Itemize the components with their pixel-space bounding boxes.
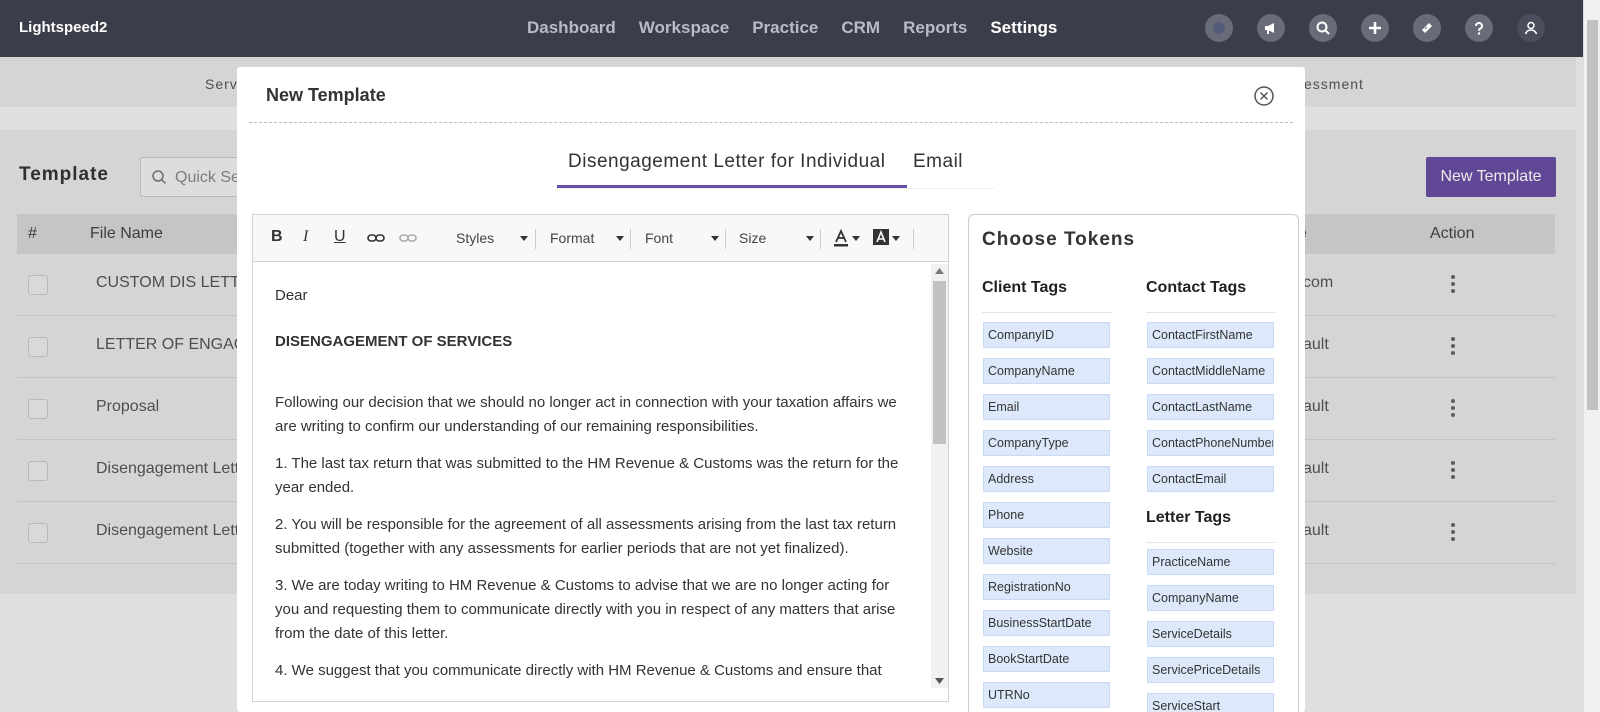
contact-tags-title: Contact Tags <box>1146 279 1276 313</box>
token-practice-name[interactable]: PracticeName <box>1147 549 1274 575</box>
nav-settings[interactable]: Settings <box>990 18 1057 38</box>
underline-icon[interactable]: U <box>334 228 346 246</box>
styles-label: Styles <box>456 230 495 246</box>
toolbar-divider <box>535 229 536 249</box>
chevron-down-icon <box>520 236 528 241</box>
nav-dashboard[interactable]: Dashboard <box>527 18 616 38</box>
bold-icon[interactable]: B <box>271 228 283 246</box>
toolbar-divider <box>913 229 914 249</box>
top-navbar: Lightspeed2 Dashboard Workspace Practice… <box>0 0 1600 57</box>
token-utr-no[interactable]: UTRNo <box>983 682 1110 708</box>
modal-divider <box>249 122 1293 123</box>
nav-practice[interactable]: Practice <box>752 18 818 38</box>
client-tags-title: Client Tags <box>982 279 1112 313</box>
close-icon[interactable] <box>1253 85 1275 107</box>
editor-content[interactable]: Dear DISENGAGEMENT OF SERVICES Following… <box>253 262 928 686</box>
chevron-down-icon <box>711 236 719 241</box>
main-nav: Dashboard Workspace Practice CRM Reports… <box>527 18 1080 38</box>
token-email[interactable]: Email <box>983 394 1110 420</box>
editor-scrollbar[interactable] <box>931 264 948 688</box>
help-icon[interactable] <box>1465 14 1493 42</box>
megaphone-icon[interactable] <box>1257 14 1285 42</box>
token-letter-company-name[interactable]: CompanyName <box>1147 585 1274 611</box>
styles-dropdown[interactable]: Styles <box>456 230 494 246</box>
template-tabs: Disengagement Letter for Individual Emai… <box>557 145 994 189</box>
letter-greeting: Dear <box>275 287 308 304</box>
chevron-down-icon <box>852 236 860 241</box>
token-service-start[interactable]: ServiceStart <box>1147 693 1274 712</box>
search-icon[interactable] <box>1309 14 1337 42</box>
font-label: Font <box>645 230 674 246</box>
letter-paragraph: 1. The last tax return that was submitte… <box>275 455 899 496</box>
toolbar-divider <box>820 229 821 249</box>
ticket-icon[interactable] <box>1413 14 1441 42</box>
modal-title: New Template <box>266 85 386 105</box>
letter-paragraph: Following our decision that we should no… <box>275 394 897 435</box>
chevron-down-icon <box>616 236 624 241</box>
token-contact-last-name[interactable]: ContactLastName <box>1147 394 1274 420</box>
letter-paragraph: 3. We are today writing to HM Revenue & … <box>275 577 896 642</box>
chevron-down-icon <box>806 236 814 241</box>
letter-heading: DISENGAGEMENT OF SERVICES <box>275 333 513 350</box>
token-contact-first-name[interactable]: ContactFirstName <box>1147 322 1274 348</box>
token-company-name[interactable]: CompanyName <box>983 358 1110 384</box>
size-dropdown[interactable]: Size <box>739 230 766 246</box>
token-phone[interactable]: Phone <box>983 502 1110 528</box>
user-icon[interactable] <box>1517 14 1545 42</box>
chevron-down-icon <box>892 236 900 241</box>
editor-toolbar: B I U Styles Format Font Size <box>253 215 948 262</box>
nav-crm[interactable]: CRM <box>841 18 880 38</box>
italic-icon[interactable]: I <box>303 228 308 246</box>
nav-workspace[interactable]: Workspace <box>639 18 729 38</box>
background-color-icon[interactable] <box>873 229 889 247</box>
token-service-details[interactable]: ServiceDetails <box>1147 621 1274 647</box>
nav-reports[interactable]: Reports <box>903 18 967 38</box>
token-website[interactable]: Website <box>983 538 1110 564</box>
circle-icon[interactable] <box>1205 14 1233 42</box>
tab-email[interactable]: Email <box>913 151 963 173</box>
link-icon[interactable] <box>367 231 385 245</box>
format-dropdown[interactable]: Format <box>550 230 594 246</box>
toolbar-divider <box>630 229 631 249</box>
token-company-id[interactable]: CompanyID <box>983 322 1110 348</box>
letter-paragraph: 4. We suggest that you communicate direc… <box>275 662 882 679</box>
page-scrollbar[interactable] <box>1583 0 1600 712</box>
editor-scrollbar-thumb[interactable] <box>933 281 946 444</box>
tab-disengagement-letter[interactable]: Disengagement Letter for Individual <box>568 151 885 173</box>
token-service-price-details[interactable]: ServicePriceDetails <box>1147 657 1274 683</box>
letter-tags-title: Letter Tags <box>1146 509 1276 543</box>
rich-text-editor: B I U Styles Format Font Size Dear DISEN… <box>252 214 949 702</box>
size-label: Size <box>739 230 767 246</box>
scroll-down-icon[interactable] <box>935 678 944 684</box>
font-dropdown[interactable]: Font <box>645 230 673 246</box>
choose-tokens-panel: Choose Tokens Client Tags Contact Tags L… <box>968 214 1299 712</box>
active-tab-indicator <box>557 185 907 188</box>
token-contact-email[interactable]: ContactEmail <box>1147 466 1274 492</box>
text-color-icon[interactable] <box>833 229 849 247</box>
letter-paragraph: 2. You will be responsible for the agree… <box>275 516 897 557</box>
new-template-modal: New Template Disengagement Letter for In… <box>237 67 1305 712</box>
scroll-up-icon[interactable] <box>935 268 944 274</box>
plus-icon[interactable] <box>1361 14 1389 42</box>
toolbar-divider <box>725 229 726 249</box>
token-company-type[interactable]: CompanyType <box>983 430 1110 456</box>
token-contact-middle-name[interactable]: ContactMiddleName <box>1147 358 1274 384</box>
app-brand[interactable]: Lightspeed2 <box>19 19 107 36</box>
top-icons <box>1205 14 1569 42</box>
format-label: Format <box>550 230 595 246</box>
token-book-start-date[interactable]: BookStartDate <box>983 646 1110 672</box>
token-business-start-date[interactable]: BusinessStartDate <box>983 610 1110 636</box>
token-address[interactable]: Address <box>983 466 1110 492</box>
token-contact-phone-number[interactable]: ContactPhoneNumber <box>1147 430 1274 456</box>
unlink-icon[interactable] <box>399 231 417 245</box>
tokens-title: Choose Tokens <box>982 229 1136 250</box>
scrollbar-thumb[interactable] <box>1587 20 1598 410</box>
token-registration-no[interactable]: RegistrationNo <box>983 574 1110 600</box>
